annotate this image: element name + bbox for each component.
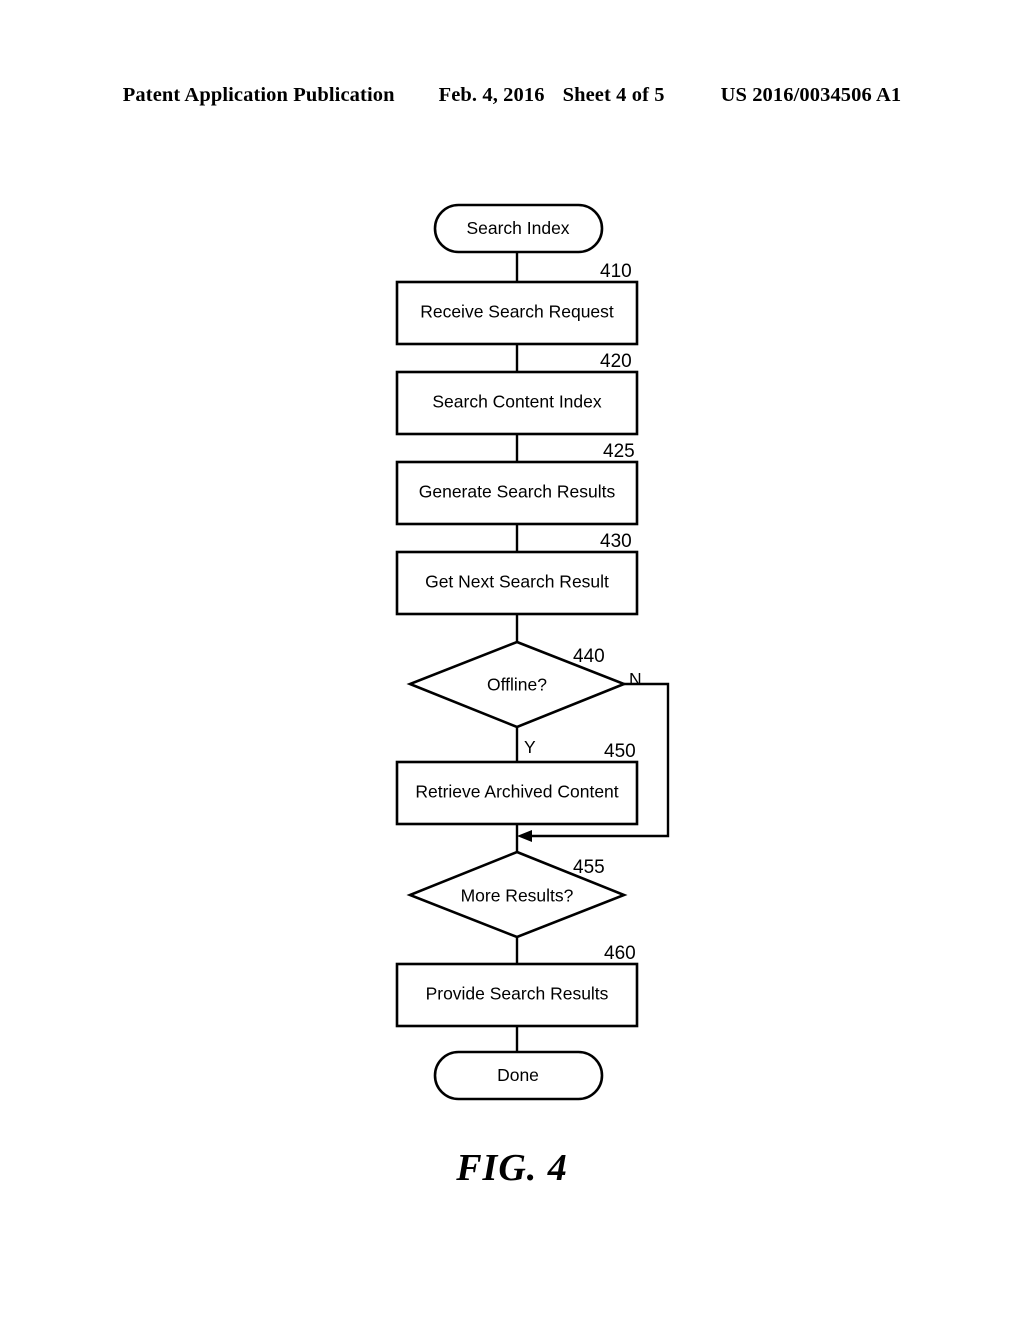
node-end: Done	[433, 1050, 604, 1101]
end-terminator-label: Done	[497, 1065, 539, 1085]
process-label-420: Search Content Index	[432, 392, 602, 412]
branch-label-no: N	[629, 669, 642, 689]
ref-number-430: 430	[600, 531, 632, 552]
process-label-425: Generate Search Results	[419, 482, 616, 502]
branch-label-yes: Y	[524, 737, 536, 757]
process-label-450: Retrieve Archived Content	[415, 782, 618, 802]
process-label-460: Provide Search Results	[426, 984, 609, 1004]
flowchart-figure: Search Index Receive Search Request 410 …	[395, 203, 670, 1101]
ref-number-410: 410	[600, 261, 632, 282]
node-455-more-results-decision: More Results? 455	[406, 850, 628, 939]
ref-number-420: 420	[600, 351, 632, 372]
ref-number-460: 460	[604, 943, 636, 964]
ref-number-425: 425	[603, 441, 635, 462]
ref-number-440: 440	[573, 646, 605, 667]
start-terminator-label: Search Index	[466, 218, 569, 238]
decision-label-440: Offline?	[487, 675, 547, 695]
decision-label-455: More Results?	[461, 886, 574, 906]
process-label-410: Receive Search Request	[420, 302, 614, 322]
arrowhead-bypass-join	[517, 830, 532, 842]
figure-caption: FIG. 4	[456, 1147, 568, 1189]
ref-number-450: 450	[604, 741, 636, 762]
node-440-offline-decision: Offline? 440 N Y	[406, 640, 642, 757]
process-label-430: Get Next Search Result	[425, 572, 609, 592]
ref-number-455: 455	[573, 857, 605, 878]
node-start: Search Index	[433, 203, 604, 254]
